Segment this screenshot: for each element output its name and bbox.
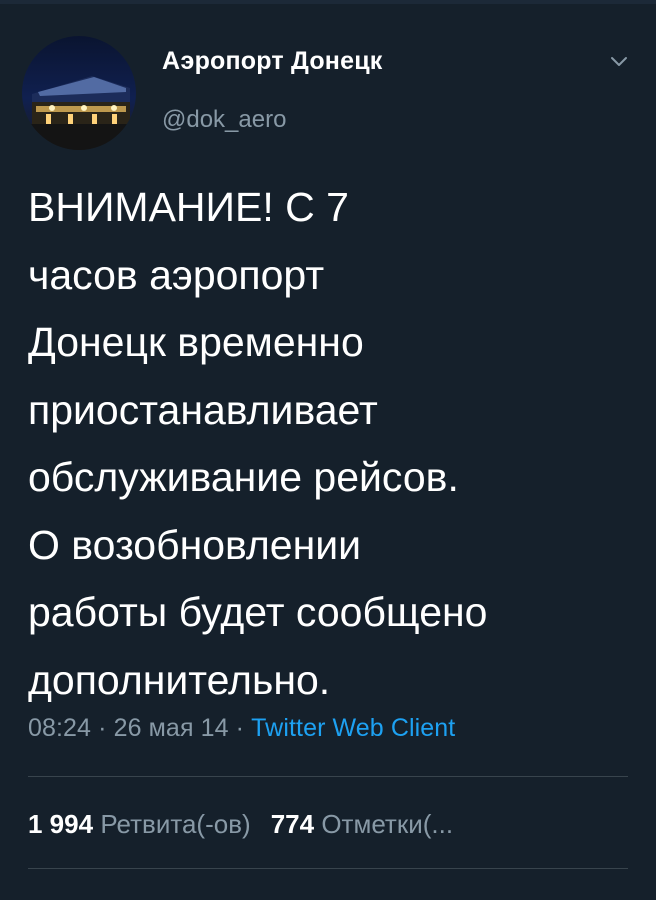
airport-night-photo — [22, 36, 136, 150]
meta-separator: · — [91, 714, 114, 742]
divider — [28, 868, 628, 869]
top-border — [0, 0, 656, 4]
retweets-count: 1 994 — [28, 809, 94, 839]
display-name[interactable]: Аэропорт Донецк — [162, 47, 382, 76]
tweet-stats: 1 994 Ретвита(-ов) 774 Отметки(... — [28, 809, 453, 840]
chevron-down-icon[interactable] — [606, 52, 632, 72]
likes-count: 774 — [270, 809, 315, 839]
tweet-header: Аэропорт Донецк @dok_aero — [22, 28, 634, 150]
avatar[interactable] — [22, 36, 136, 150]
likes-label: Отметки(... — [321, 809, 454, 839]
tweet-date[interactable]: 26 мая 14 — [114, 714, 229, 742]
user-handle[interactable]: @dok_aero — [162, 106, 286, 134]
tweet-time[interactable]: 08:24 — [28, 714, 91, 742]
divider — [28, 776, 628, 777]
likes-stat[interactable]: 774 Отметки(... — [271, 809, 453, 839]
tweet-meta: 08:24 · 26 мая 14 · Twitter Web Client — [28, 714, 455, 743]
retweets-stat[interactable]: 1 994 Ретвита(-ов) — [28, 809, 251, 839]
retweets-label: Ретвита(-ов) — [100, 809, 251, 839]
tweet-source-link[interactable]: Twitter Web Client — [251, 714, 455, 742]
tweet-text: ВНИМАНИЕ! С 7 часов аэропорт Донецк врем… — [28, 184, 488, 703]
meta-separator: · — [228, 714, 252, 742]
